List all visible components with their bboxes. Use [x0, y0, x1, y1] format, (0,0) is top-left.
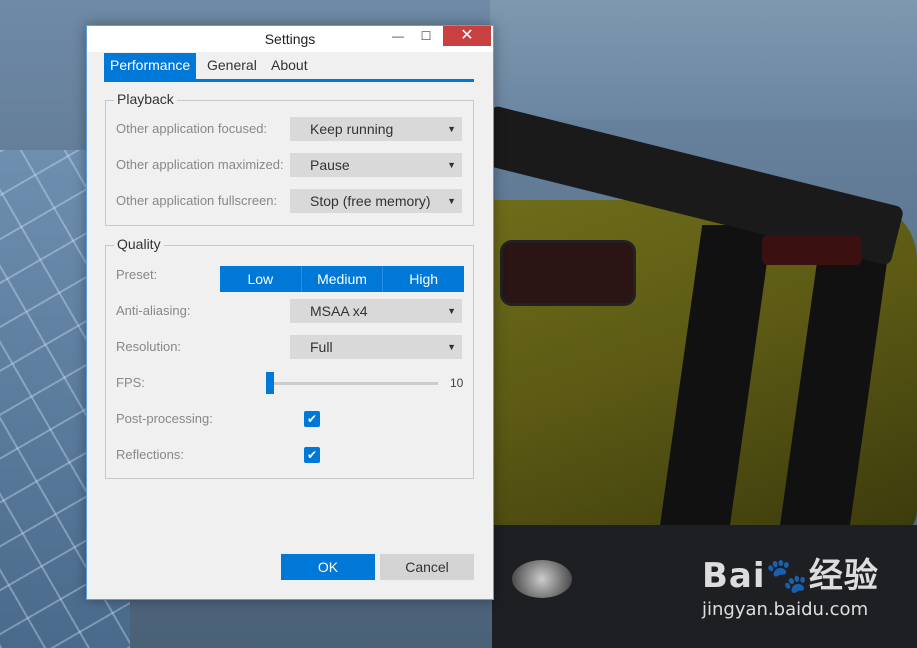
reflections-checkbox[interactable]: ✔ [304, 447, 320, 463]
maximize-icon[interactable]: ☐ [411, 26, 441, 46]
preset-high-button[interactable]: High [383, 266, 464, 292]
antialiasing-label: Anti-aliasing: [116, 303, 191, 318]
preset-medium-button[interactable]: Medium [302, 266, 384, 292]
playback-group: Playback Other application focused: Keep… [105, 91, 474, 226]
fullscreen-dropdown[interactable]: Stop (free memory) ▼ [290, 189, 462, 213]
group-title: Playback [114, 91, 177, 107]
dropdown-value: Stop (free memory) [310, 193, 431, 209]
background-sky [490, 0, 917, 120]
dropdown-value: MSAA x4 [310, 303, 368, 319]
dropdown-value: Full [310, 339, 333, 355]
quality-group: Quality Preset: Low Medium High Anti-ali… [105, 236, 474, 479]
preset-low-button[interactable]: Low [220, 266, 302, 292]
chevron-down-icon: ▼ [447, 160, 456, 170]
car-taillight [500, 240, 636, 306]
row-label: Other application fullscreen: [116, 193, 278, 208]
cancel-button[interactable]: Cancel [380, 554, 474, 580]
focused-dropdown[interactable]: Keep running ▼ [290, 117, 462, 141]
preset-label: Preset: [116, 267, 158, 282]
dropdown-value: Pause [310, 157, 350, 173]
reflections-label: Reflections: [116, 447, 184, 462]
settings-dialog: Settings — ☐ ✕ Performance General About… [86, 25, 494, 600]
tab-general[interactable]: General [201, 53, 263, 79]
watermark: Bai🐾经验 jingyan.baidu.com [702, 548, 879, 620]
chevron-down-icon: ▼ [447, 124, 456, 134]
minimize-icon[interactable]: — [383, 26, 413, 46]
car-exhaust [512, 560, 572, 598]
postprocessing-checkbox[interactable]: ✔ [304, 411, 320, 427]
fps-label: FPS: [116, 375, 145, 390]
dropdown-value: Keep running [310, 121, 394, 137]
tab-about[interactable]: About [265, 53, 314, 79]
tab-bar: Performance General About [104, 53, 474, 82]
antialiasing-dropdown[interactable]: MSAA x4 ▼ [290, 299, 462, 323]
resolution-label: Resolution: [116, 339, 182, 354]
preset-selector: Low Medium High [220, 266, 464, 292]
chevron-down-icon: ▼ [447, 306, 456, 316]
ok-button[interactable]: OK [281, 554, 375, 580]
group-title: Quality [114, 236, 164, 252]
row-label: Other application maximized: [116, 157, 284, 172]
car-taillight [762, 235, 862, 265]
resolution-dropdown[interactable]: Full ▼ [290, 335, 462, 359]
watermark-url: jingyan.baidu.com [702, 599, 869, 620]
chevron-down-icon: ▼ [447, 196, 456, 206]
maximized-dropdown[interactable]: Pause ▼ [290, 153, 462, 177]
watermark-logo: Bai🐾经验 [702, 556, 879, 596]
row-label: Other application focused: [116, 121, 268, 136]
fps-value: 10 [450, 376, 464, 390]
tab-performance[interactable]: Performance [104, 53, 197, 79]
fps-slider-thumb[interactable] [266, 372, 274, 394]
title-bar[interactable]: Settings — ☐ ✕ [87, 26, 493, 52]
close-icon[interactable]: ✕ [443, 26, 491, 46]
chevron-down-icon: ▼ [447, 342, 456, 352]
fps-slider-track[interactable] [268, 382, 438, 385]
postprocessing-label: Post-processing: [116, 411, 213, 426]
